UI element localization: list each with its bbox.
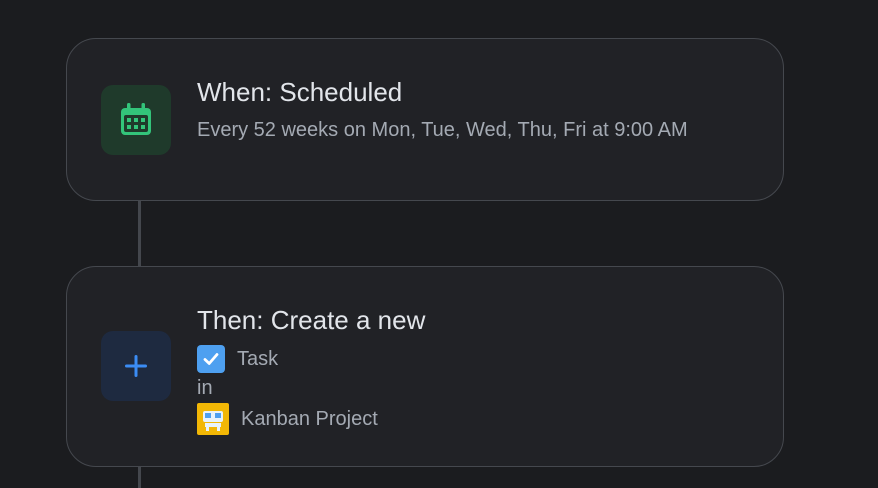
plus-icon	[125, 355, 147, 377]
calendar-icon	[121, 103, 151, 135]
trigger-description: Every 52 weeks on Mon, Tue, Wed, Thu, Fr…	[197, 119, 688, 141]
action-card[interactable]: Then: Create a new Task in Kanban Projec…	[66, 266, 784, 467]
object-type-label: Task	[237, 347, 279, 370]
trigger-title: When: Scheduled	[197, 77, 403, 107]
preposition-label: in	[197, 377, 213, 399]
object-type-row: Task	[197, 345, 278, 373]
action-icon-box	[101, 331, 171, 401]
trigger-card[interactable]: When: Scheduled Every 52 weeks on Mon, T…	[66, 38, 784, 201]
trigger-icon-box	[101, 85, 171, 155]
kanban-board-icon	[197, 403, 229, 435]
target-project-label: Kanban Project	[241, 407, 378, 430]
action-title: Then: Create a new	[197, 305, 426, 335]
target-row: Kanban Project	[197, 403, 378, 435]
flow-connector-line	[138, 200, 141, 268]
checkbox-icon	[197, 345, 225, 373]
flow-connector-line-bottom	[138, 465, 141, 488]
